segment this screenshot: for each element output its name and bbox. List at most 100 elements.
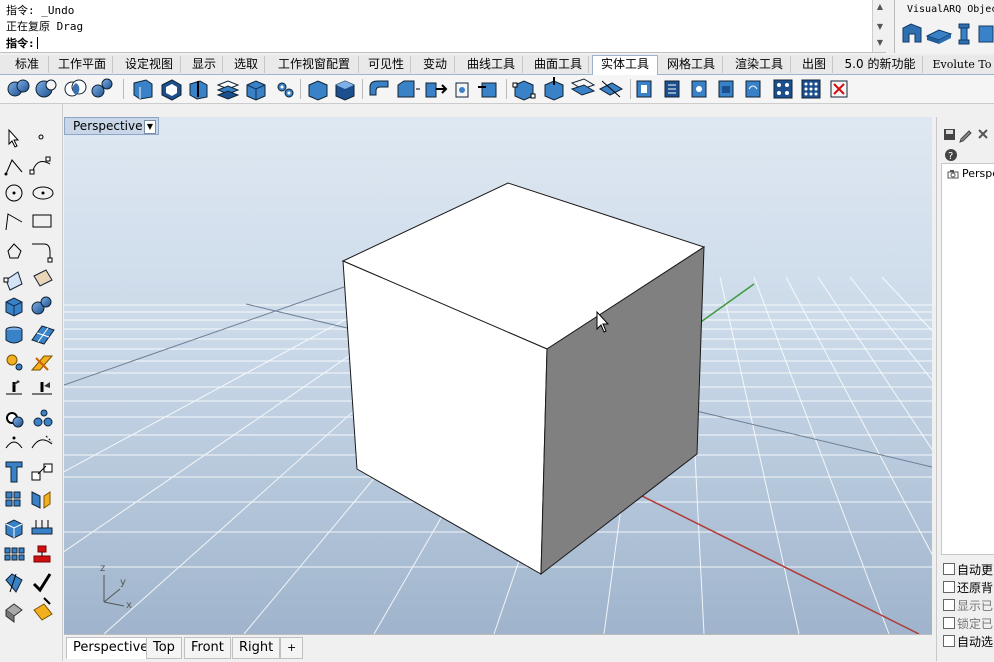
split-edge-icon[interactable]: [570, 78, 596, 96]
polygon-icon[interactable]: [7, 243, 22, 259]
rotate-hole-icon[interactable]: [745, 80, 761, 98]
place-hole-icon[interactable]: [718, 80, 734, 98]
tab-viewport-layout[interactable]: 工作视窗配置: [270, 56, 359, 73]
help-icon[interactable]: ?: [945, 149, 957, 161]
tab-solid-tools[interactable]: 实体工具: [592, 55, 658, 75]
boolean-union-icon[interactable]: [7, 79, 30, 97]
wirecut-icon[interactable]: [598, 80, 624, 98]
tab-front[interactable]: Front: [184, 637, 231, 659]
checkmark-icon[interactable]: [32, 573, 52, 593]
perspective-viewport[interactable]: z y x: [64, 117, 932, 634]
command-prompt-line[interactable]: 指令:: [6, 35, 38, 51]
column-icon[interactable]: [958, 23, 970, 45]
named-view-item[interactable]: Perspe: [962, 167, 994, 180]
blend-edge-icon[interactable]: [425, 82, 448, 98]
move-edge-icon[interactable]: [544, 77, 564, 101]
gear-solid-icon[interactable]: [277, 82, 294, 98]
tab-display[interactable]: 显示: [186, 56, 223, 73]
tab-render-tools[interactable]: 渲染工具: [728, 56, 791, 73]
make-hole-icon[interactable]: [664, 80, 680, 98]
solid-points-on-icon[interactable]: [512, 80, 536, 101]
mesh-icon[interactable]: [31, 325, 55, 345]
tab-transform[interactable]: 变动: [416, 56, 455, 73]
chamfer-edge-icon[interactable]: [397, 80, 420, 98]
tab-top[interactable]: Top: [146, 637, 182, 659]
polyline-icon[interactable]: [4, 159, 23, 176]
tab-select[interactable]: 选取: [228, 56, 265, 73]
add-viewport-tab-button[interactable]: +: [280, 637, 304, 659]
rectangle-icon[interactable]: [32, 214, 52, 228]
scroll-up-icon[interactable]: ▲: [875, 2, 885, 12]
paint-bucket-icon[interactable]: [33, 597, 53, 621]
tab-surface-tools[interactable]: 曲面工具: [528, 56, 589, 73]
array-hole-icon[interactable]: [773, 79, 793, 99]
array-icon[interactable]: [5, 491, 21, 507]
cap-planar-holes-icon[interactable]: [308, 80, 328, 101]
cylinder-icon[interactable]: [5, 326, 23, 344]
ellipse-icon[interactable]: [32, 186, 54, 200]
move-face-icon[interactable]: [189, 80, 208, 100]
scale-icon[interactable]: [31, 463, 53, 481]
tab-evolute-tools[interactable]: Evolute To: [930, 56, 994, 73]
point-icon[interactable]: [38, 134, 44, 140]
slab-icon[interactable]: [925, 29, 953, 44]
block-icon[interactable]: [33, 545, 51, 563]
save-icon[interactable]: [944, 129, 955, 140]
grid-array-icon[interactable]: [4, 547, 25, 561]
array-hole-grid-icon[interactable]: [801, 79, 821, 99]
boolean-split-icon[interactable]: [91, 78, 113, 98]
dimension-alt-icon[interactable]: [32, 382, 52, 395]
box-icon[interactable]: [5, 297, 23, 317]
gear-light-icon[interactable]: [6, 354, 23, 371]
tab-mesh-tools[interactable]: 网格工具: [660, 56, 723, 73]
tab-curve-tools[interactable]: 曲线工具: [460, 56, 523, 73]
viewport-title[interactable]: Perspective ▼: [64, 117, 159, 135]
viewport-menu-chevron-down-icon[interactable]: ▼: [144, 120, 156, 134]
extrude-icon[interactable]: [31, 520, 53, 535]
shell-icon[interactable]: [636, 80, 652, 98]
option-checkbox-1[interactable]: [943, 563, 955, 575]
tab-drafting[interactable]: 出图: [796, 56, 833, 73]
surface-from-points-icon[interactable]: [3, 271, 23, 291]
curve-control-points-icon[interactable]: [29, 156, 51, 175]
option-checkbox-5[interactable]: [943, 635, 955, 647]
text-icon[interactable]: [5, 461, 23, 483]
tab-new-in-v5[interactable]: 5.0 的新功能: [838, 56, 923, 73]
beam-icon[interactable]: [978, 25, 994, 43]
viewport-canvas[interactable]: [64, 117, 932, 634]
tab-standard[interactable]: 标准: [6, 56, 49, 73]
arc-icon[interactable]: [5, 213, 23, 231]
cut-icon[interactable]: [5, 573, 23, 593]
fillet-edge-icon[interactable]: [369, 80, 389, 96]
command-input-caret[interactable]: [36, 37, 38, 49]
tab-set-view[interactable]: 设定视图: [118, 56, 181, 73]
connect-edges-icon[interactable]: [478, 82, 497, 98]
option-checkbox-2[interactable]: [943, 581, 955, 593]
command-scrollbar[interactable]: ▲ ▼ ▼: [872, 0, 887, 52]
option-checkbox-3[interactable]: [943, 599, 955, 611]
surface-edit-icon[interactable]: [33, 269, 53, 287]
mirror-icon[interactable]: [31, 491, 51, 509]
curve-fillet-icon[interactable]: [32, 243, 53, 263]
box-solid-icon[interactable]: [246, 80, 266, 101]
circle-icon[interactable]: [5, 184, 23, 202]
boolean-icon[interactable]: [6, 412, 24, 428]
option-checkbox-4[interactable]: [943, 617, 955, 629]
close-icon[interactable]: [978, 129, 988, 139]
split-icon[interactable]: [31, 435, 53, 449]
extract-surface-icon[interactable]: [335, 80, 355, 101]
offset-surface-icon[interactable]: [161, 79, 182, 101]
box-edit-icon[interactable]: [5, 519, 23, 539]
tab-right[interactable]: Right: [232, 637, 281, 659]
trim-icon[interactable]: [5, 436, 23, 449]
sphere-group-icon[interactable]: [31, 296, 52, 315]
scroll-down-icon[interactable]: ▼: [875, 22, 885, 32]
slab-stack-icon[interactable]: [216, 80, 240, 100]
tab-cplanes[interactable]: 工作平面: [52, 56, 113, 73]
extrude-curve-icon[interactable]: [5, 603, 23, 623]
dimension-icon[interactable]: [6, 380, 22, 395]
variable-fillet-icon[interactable]: [455, 82, 469, 98]
wall-icon[interactable]: [902, 23, 922, 43]
select-arrow-icon[interactable]: [8, 128, 20, 148]
named-views-list[interactable]: Perspe: [941, 163, 994, 555]
